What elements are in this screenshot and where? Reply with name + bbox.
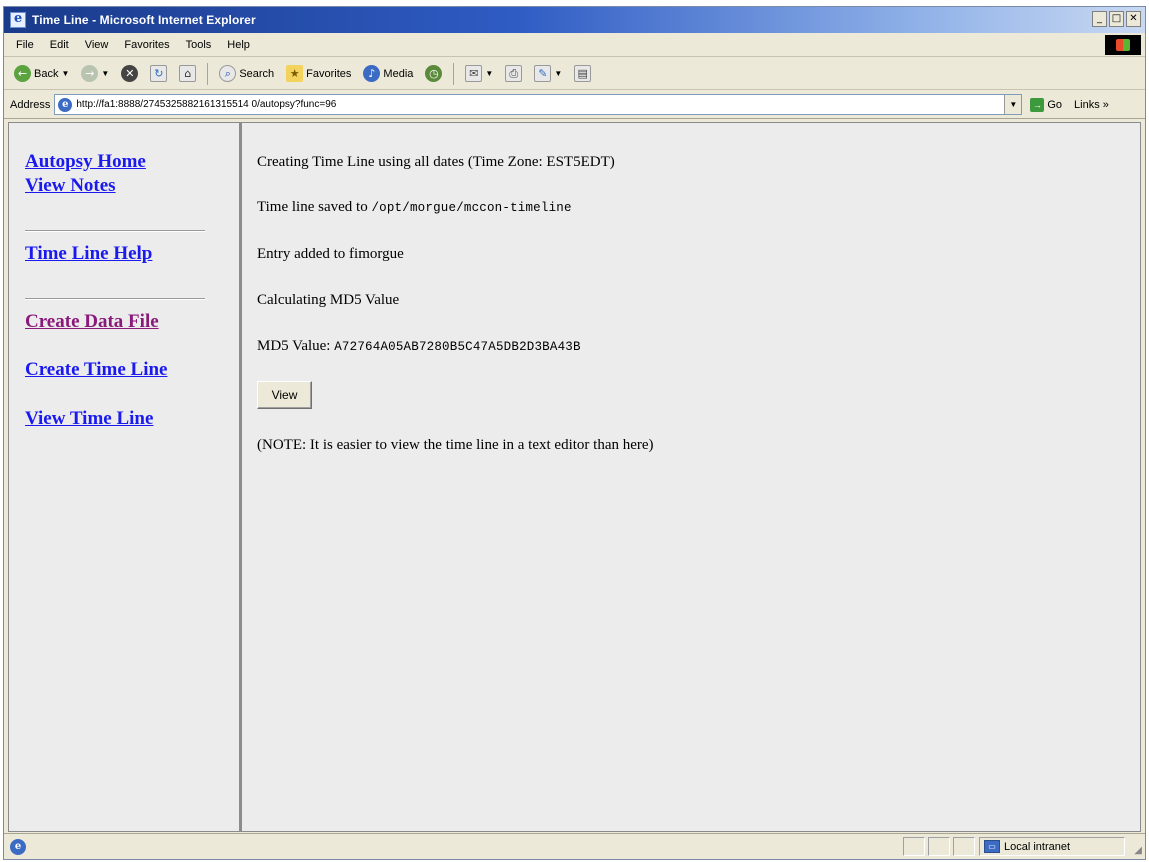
saved-path: /opt/morgue/mccon-timeline bbox=[371, 201, 572, 215]
back-label: Back bbox=[34, 67, 59, 80]
favorites-icon: ★ bbox=[286, 65, 304, 82]
status-panel bbox=[928, 837, 950, 856]
nav-view-notes[interactable]: View Notes bbox=[25, 175, 116, 197]
status-panel bbox=[903, 837, 925, 856]
back-arrow-icon: ← bbox=[14, 65, 31, 82]
toolbar-divider bbox=[453, 62, 455, 85]
zone-label: Local intranet bbox=[1004, 840, 1071, 853]
page-status-icon: e bbox=[10, 838, 26, 855]
status-panel bbox=[953, 837, 975, 856]
standard-toolbar: ← Back ▼ → ▼ ✕ ↻ ⌂ ⌕ Search ★ Favorites … bbox=[4, 58, 1145, 90]
address-url[interactable]: http://fa1:8888/2745325882161315514 0/au… bbox=[76, 99, 336, 110]
left-nav-frame: Autopsy Home View Notes Time Line Help C… bbox=[9, 123, 242, 831]
go-arrow-icon: → bbox=[1030, 97, 1045, 112]
nav-create-time-line[interactable]: Create Time Line bbox=[25, 359, 167, 381]
search-button[interactable]: ⌕ Search bbox=[215, 63, 278, 84]
print-icon: ⎙ bbox=[505, 65, 523, 82]
window-controls: _ □ ✕ bbox=[1092, 11, 1141, 27]
title-bar: Time Line - Microsoft Internet Explorer … bbox=[4, 7, 1145, 33]
menu-help[interactable]: Help bbox=[219, 39, 258, 51]
creating-status: Creating Time Line using all dates (Time… bbox=[257, 154, 615, 170]
status-bar: e ▭ Local intranet ◢ bbox=[4, 833, 1145, 859]
forward-button[interactable]: → ▼ bbox=[77, 63, 113, 84]
entry-status: Entry added to fimorgue bbox=[257, 246, 404, 262]
md5-value: A72764A05AB7280B5C47A5DB2D3BA43B bbox=[334, 340, 581, 354]
favorites-button[interactable]: ★ Favorites bbox=[282, 63, 355, 84]
address-label: Address bbox=[10, 98, 51, 111]
home-button[interactable]: ⌂ bbox=[175, 63, 200, 84]
address-input[interactable]: e http://fa1:8888/2745325882161315514 0/… bbox=[54, 94, 1023, 115]
close-button[interactable]: ✕ bbox=[1126, 11, 1141, 27]
go-label: Go bbox=[1047, 98, 1063, 111]
ie-icon bbox=[10, 11, 26, 28]
search-icon: ⌕ bbox=[219, 65, 237, 82]
nav-view-time-line[interactable]: View Time Line bbox=[25, 408, 153, 430]
nav-time-line-help[interactable]: Time Line Help bbox=[25, 243, 152, 265]
menu-bar: File Edit View Favorites Tools Help bbox=[4, 33, 1145, 57]
home-icon: ⌂ bbox=[179, 65, 197, 82]
refresh-icon: ↻ bbox=[150, 65, 168, 82]
menu-tools[interactable]: Tools bbox=[178, 39, 220, 51]
main-frame: Creating Time Line using all dates (Time… bbox=[245, 123, 1140, 831]
nav-divider bbox=[25, 298, 205, 300]
stop-icon: ✕ bbox=[121, 65, 139, 82]
menu-view[interactable]: View bbox=[77, 39, 117, 51]
saved-prefix: Time line saved to bbox=[257, 199, 368, 215]
browser-window: Time Line - Microsoft Internet Explorer … bbox=[3, 6, 1146, 860]
favorites-label: Favorites bbox=[306, 67, 352, 80]
chevron-down-icon[interactable]: ▼ bbox=[554, 69, 562, 78]
media-label: Media bbox=[383, 67, 414, 80]
go-button[interactable]: → Go bbox=[1030, 97, 1063, 112]
resize-grip-icon[interactable]: ◢ bbox=[1134, 845, 1142, 856]
status-panels bbox=[903, 837, 975, 856]
search-label: Search bbox=[239, 67, 275, 80]
stop-button[interactable]: ✕ bbox=[117, 63, 142, 84]
back-button[interactable]: ← Back ▼ bbox=[10, 63, 73, 84]
forward-arrow-icon: → bbox=[81, 65, 99, 82]
media-icon: ♪ bbox=[363, 65, 381, 82]
calculating-status: Calculating MD5 Value bbox=[257, 292, 400, 308]
menu-favorites[interactable]: Favorites bbox=[116, 39, 177, 51]
history-button[interactable]: ◷ bbox=[421, 63, 446, 84]
links-button[interactable]: Links » bbox=[1074, 99, 1109, 111]
page-content: Autopsy Home View Notes Time Line Help C… bbox=[8, 122, 1141, 832]
menu-edit[interactable]: Edit bbox=[42, 39, 77, 51]
minimize-button[interactable]: _ bbox=[1092, 11, 1107, 27]
discuss-icon: ▤ bbox=[574, 65, 592, 82]
nav-create-data-file[interactable]: Create Data File bbox=[25, 311, 159, 333]
security-zone: ▭ Local intranet bbox=[979, 837, 1125, 856]
page-icon: e bbox=[58, 97, 73, 112]
chevron-down-icon[interactable]: ▼ bbox=[101, 69, 109, 78]
md5-status: MD5 Value: A72764A05AB7280B5C47A5DB2D3BA… bbox=[257, 338, 581, 355]
edit-button[interactable]: ✎ ▼ bbox=[530, 63, 566, 84]
nav-autopsy-home[interactable]: Autopsy Home bbox=[25, 151, 146, 173]
window-title: Time Line - Microsoft Internet Explorer bbox=[32, 13, 256, 27]
history-icon: ◷ bbox=[425, 65, 443, 82]
maximize-button[interactable]: □ bbox=[1109, 11, 1124, 27]
address-dropdown-icon[interactable]: ▼ bbox=[1004, 95, 1022, 114]
edit-icon: ✎ bbox=[534, 65, 552, 82]
note-text: (NOTE: It is easier to view the time lin… bbox=[257, 437, 654, 453]
discuss-button[interactable]: ▤ bbox=[570, 63, 595, 84]
saved-status: Time line saved to /opt/morgue/mccon-tim… bbox=[257, 199, 572, 216]
mail-button[interactable]: ✉ ▼ bbox=[461, 63, 497, 84]
windows-logo-icon bbox=[1105, 35, 1141, 55]
refresh-button[interactable]: ↻ bbox=[146, 63, 171, 84]
address-bar: Address e http://fa1:8888/27453258821613… bbox=[4, 91, 1145, 119]
intranet-icon: ▭ bbox=[984, 840, 1000, 853]
chevron-down-icon[interactable]: ▼ bbox=[485, 69, 493, 78]
media-button[interactable]: ♪ Media bbox=[359, 63, 417, 84]
md5-prefix: MD5 Value: bbox=[257, 338, 331, 354]
nav-divider bbox=[25, 230, 205, 232]
view-button[interactable]: View bbox=[257, 381, 312, 409]
print-button[interactable]: ⎙ bbox=[501, 63, 526, 84]
mail-icon: ✉ bbox=[465, 65, 483, 82]
menu-file[interactable]: File bbox=[8, 39, 42, 51]
toolbar-divider bbox=[207, 62, 209, 85]
chevron-down-icon[interactable]: ▼ bbox=[61, 69, 69, 78]
